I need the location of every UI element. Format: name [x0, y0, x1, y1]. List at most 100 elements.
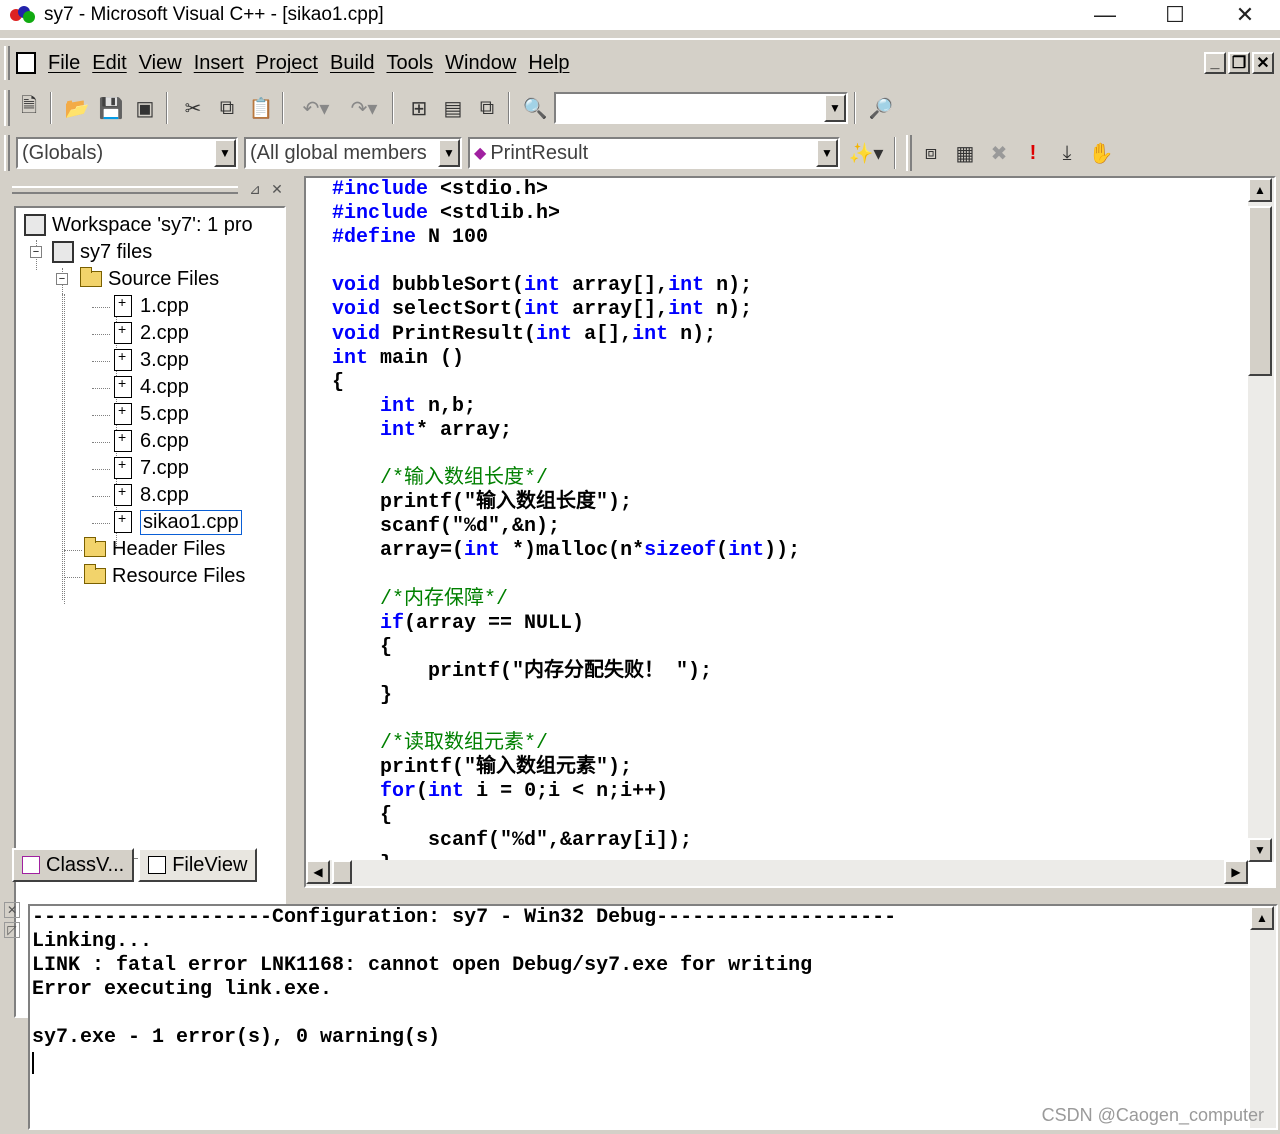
- list-item[interactable]: 4.cpp: [112, 374, 189, 400]
- chevron-down-icon[interactable]: ▼: [816, 139, 838, 167]
- code-line[interactable]: for(int i = 0;i < n;i++): [332, 780, 1248, 804]
- toolbar-grip[interactable]: [4, 90, 10, 126]
- menu-edit[interactable]: Edit: [92, 52, 126, 75]
- compile-icon[interactable]: ⧈: [916, 138, 946, 168]
- open-folder-icon[interactable]: 📂: [62, 93, 92, 123]
- tab-fileview[interactable]: FileView: [138, 848, 258, 882]
- paste-icon[interactable]: 📋: [246, 93, 276, 123]
- code-line[interactable]: int main (): [332, 347, 1248, 371]
- menubar-grip[interactable]: [4, 46, 10, 80]
- wizard-wand-icon[interactable]: ✨▾: [844, 138, 888, 168]
- undo-icon[interactable]: ↶▾: [294, 93, 338, 123]
- code-line[interactable]: {: [332, 371, 1248, 395]
- workspace-grip[interactable]: [12, 186, 238, 194]
- dock-icon[interactable]: ◸: [4, 922, 20, 938]
- function-combo[interactable]: ◆ PrintResult ▼: [468, 137, 840, 169]
- code-line[interactable]: /*输入数组长度*/: [332, 467, 1248, 491]
- list-item[interactable]: 6.cpp: [112, 428, 189, 454]
- output-close-icon[interactable]: ✕: [4, 902, 20, 918]
- code-line[interactable]: void selectSort(int array[],int n);: [332, 298, 1248, 322]
- code-line[interactable]: if(array == NULL): [332, 612, 1248, 636]
- project-collapse-toggle[interactable]: −: [30, 246, 42, 258]
- save-icon[interactable]: 💾: [96, 93, 126, 123]
- find-in-files-icon[interactable]: 🔍: [520, 93, 550, 123]
- code-line[interactable]: [332, 564, 1248, 588]
- menu-view[interactable]: View: [139, 52, 182, 75]
- code-line[interactable]: {: [332, 636, 1248, 660]
- workspace-root-node[interactable]: Workspace 'sy7': 1 pro: [24, 212, 253, 238]
- scroll-left-button[interactable]: ◀: [306, 860, 330, 884]
- code-line[interactable]: scanf("%d",&n);: [332, 515, 1248, 539]
- code-line[interactable]: void bubbleSort(int array[],int n);: [332, 274, 1248, 298]
- horizontal-scroll-thumb[interactable]: [332, 860, 352, 884]
- scroll-up-button[interactable]: ▲: [1248, 178, 1272, 202]
- code-text[interactable]: #include <stdio.h> #include <stdlib.h> #de…: [332, 178, 1248, 860]
- windows-list-icon[interactable]: ⧉: [472, 93, 502, 123]
- source-folder-collapse-toggle[interactable]: −: [56, 273, 68, 285]
- find-combo[interactable]: ▼: [554, 92, 848, 124]
- redo-icon[interactable]: ↷▾: [342, 93, 386, 123]
- new-text-file-icon[interactable]: 🗎: [14, 93, 44, 123]
- menu-window[interactable]: Window: [445, 52, 516, 75]
- workspace-close-icon[interactable]: ✕: [268, 180, 286, 198]
- menu-insert[interactable]: Insert: [194, 52, 244, 75]
- wizard-toolbar-grip[interactable]: [4, 135, 10, 171]
- code-line[interactable]: int* array;: [332, 419, 1248, 443]
- list-item[interactable]: 8.cpp: [112, 482, 189, 508]
- maximize-button[interactable]: ☐: [1140, 0, 1210, 30]
- code-line[interactable]: #define N 100: [332, 226, 1248, 250]
- resource-files-folder[interactable]: Resource Files: [84, 563, 245, 589]
- code-line[interactable]: printf("输入数组元素");: [332, 756, 1248, 780]
- search-icon[interactable]: 🔎: [866, 93, 896, 123]
- code-line[interactable]: [332, 708, 1248, 732]
- output-toggle-icon[interactable]: ▤: [438, 93, 468, 123]
- minimize-button[interactable]: —: [1070, 0, 1140, 30]
- list-item[interactable]: 5.cpp: [112, 401, 189, 427]
- list-item[interactable]: 2.cpp: [112, 320, 189, 346]
- build-toolbar-grip[interactable]: [906, 135, 912, 171]
- dock-icon[interactable]: ⊿: [246, 180, 264, 198]
- list-item-selected[interactable]: sikao1.cpp: [112, 509, 242, 535]
- list-item[interactable]: 3.cpp: [112, 347, 189, 373]
- code-line[interactable]: [332, 250, 1248, 274]
- members-combo[interactable]: (All global members ▼: [244, 137, 462, 169]
- code-line[interactable]: void PrintResult(int a[],int n);: [332, 323, 1248, 347]
- code-line[interactable]: #include <stdlib.h>: [332, 202, 1248, 226]
- code-line[interactable]: {: [332, 804, 1248, 828]
- mdi-close-button[interactable]: ✕: [1252, 52, 1274, 74]
- editor-vertical-scrollbar[interactable]: ▲ ▼: [1248, 178, 1274, 862]
- copy-icon[interactable]: ⧉: [212, 93, 242, 123]
- execute-icon[interactable]: !: [1018, 138, 1048, 168]
- editor-horizontal-scrollbar[interactable]: ◀ ▶: [306, 860, 1248, 886]
- scroll-down-button[interactable]: ▼: [1248, 838, 1272, 862]
- editor-gutter[interactable]: [306, 178, 330, 862]
- menu-build[interactable]: Build: [330, 52, 374, 75]
- menu-project[interactable]: Project: [256, 52, 318, 75]
- code-line[interactable]: /*内存保障*/: [332, 588, 1248, 612]
- cut-icon[interactable]: ✂: [178, 93, 208, 123]
- menu-tools[interactable]: Tools: [386, 52, 433, 75]
- output-vertical-scrollbar[interactable]: ▲: [1250, 906, 1276, 1128]
- code-line[interactable]: }: [332, 853, 1248, 860]
- scroll-right-button[interactable]: ▶: [1224, 860, 1248, 884]
- scroll-up-button[interactable]: ▲: [1250, 906, 1274, 930]
- code-line[interactable]: printf("内存分配失败！ ");: [332, 660, 1248, 684]
- source-files-folder[interactable]: Source Files: [80, 266, 219, 292]
- scope-combo[interactable]: (Globals) ▼: [16, 137, 238, 169]
- output-text[interactable]: --------------------Configuration: sy7 -…: [32, 906, 1238, 1128]
- mdi-restore-button[interactable]: ❐: [1228, 52, 1250, 74]
- code-line[interactable]: /*读取数组元素*/: [332, 732, 1248, 756]
- list-item[interactable]: 1.cpp: [112, 293, 189, 319]
- close-button[interactable]: ✕: [1210, 0, 1280, 30]
- list-item[interactable]: 7.cpp: [112, 455, 189, 481]
- tab-classview[interactable]: ClassV...: [12, 848, 135, 882]
- save-all-icon[interactable]: ▣: [130, 93, 160, 123]
- code-line[interactable]: scanf("%d",&array[i]);: [332, 829, 1248, 853]
- menu-file[interactable]: File: [48, 52, 80, 75]
- vertical-scroll-thumb[interactable]: [1248, 206, 1272, 376]
- chevron-down-icon[interactable]: ▼: [438, 139, 460, 167]
- breakpoint-hand-icon[interactable]: ✋: [1086, 138, 1116, 168]
- chevron-down-icon[interactable]: ▼: [214, 139, 236, 167]
- output-window[interactable]: --------------------Configuration: sy7 -…: [28, 904, 1278, 1130]
- document-icon[interactable]: [16, 52, 36, 74]
